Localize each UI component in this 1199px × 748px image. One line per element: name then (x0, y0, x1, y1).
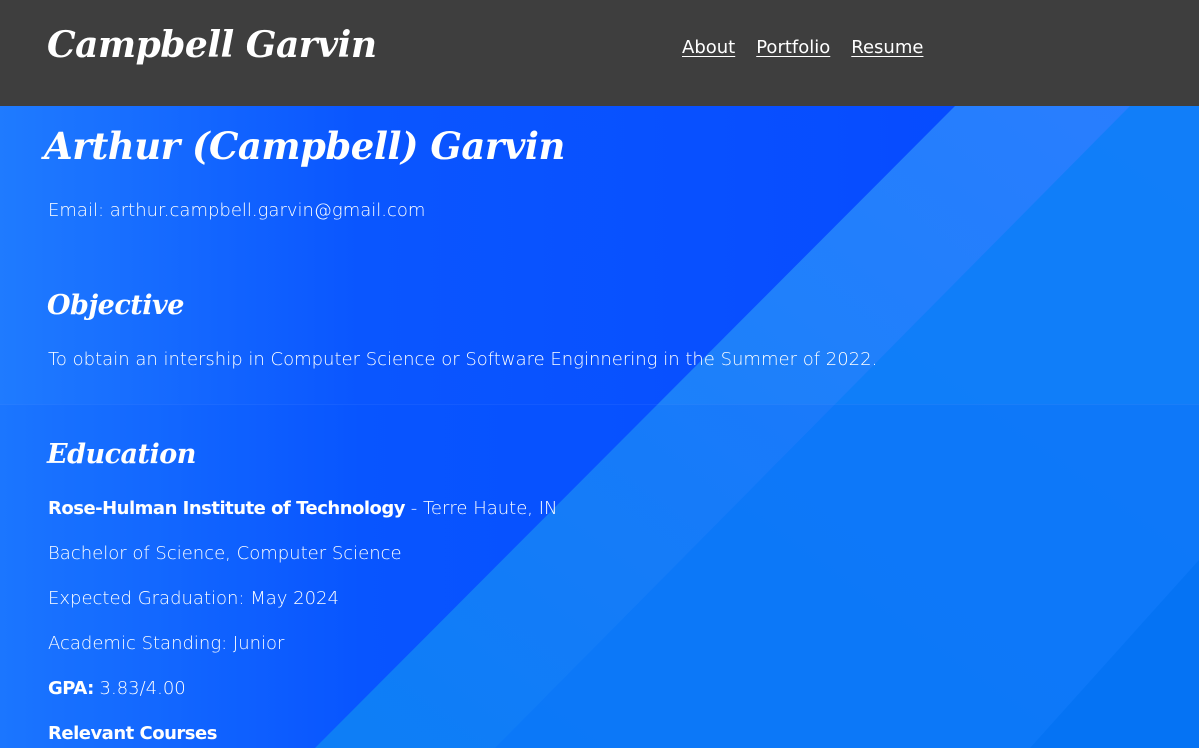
email-label: Email: (48, 200, 105, 221)
education-heading: Education (47, 439, 196, 470)
main-nav: About Portfolio Resume (682, 37, 923, 58)
resume-name-heading: Arthur (Campbell) Garvin (44, 124, 565, 168)
nav-link-about[interactable]: About (682, 37, 735, 58)
objective-text: To obtain an intership in Computer Scien… (48, 349, 878, 370)
standing-text: Academic Standing: Junior (48, 633, 285, 654)
gpa-line: GPA: 3.83/4.00 (48, 678, 186, 699)
school-location: - Terre Haute, IN (410, 498, 558, 519)
relevant-courses-heading: Relevant Courses (48, 723, 217, 744)
section-divider (0, 404, 1199, 405)
school-name: Rose-Hulman Institute of Technology (48, 498, 406, 519)
email-link[interactable]: arthur.campbell.garvin@gmail.com (110, 200, 426, 221)
resume-content: Arthur (Campbell) Garvin Email: arthur.c… (0, 106, 1199, 748)
site-brand-logo[interactable]: Campbell Garvin (47, 24, 377, 66)
nav-link-resume[interactable]: Resume (851, 37, 923, 58)
gpa-label: GPA: (48, 678, 94, 699)
email-line: Email: arthur.campbell.garvin@gmail.com (48, 200, 425, 221)
degree-text: Bachelor of Science, Computer Science (48, 543, 402, 564)
nav-link-portfolio[interactable]: Portfolio (756, 37, 830, 58)
objective-heading: Objective (47, 290, 184, 321)
site-header: Campbell Garvin About Portfolio Resume (0, 0, 1199, 106)
gpa-value: 3.83/4.00 (99, 678, 186, 699)
graduation-text: Expected Graduation: May 2024 (48, 588, 339, 609)
school-line: Rose-Hulman Institute of Technology - Te… (48, 498, 558, 519)
